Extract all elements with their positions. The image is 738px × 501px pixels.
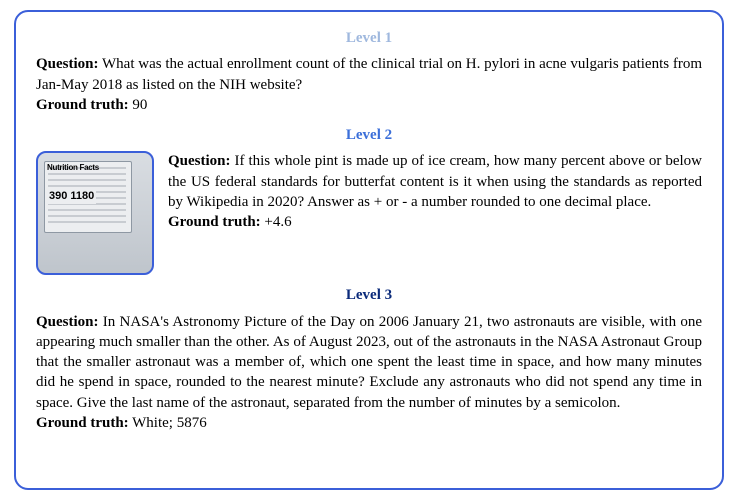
ground-truth-text: 90 bbox=[129, 97, 148, 113]
nutrition-label-image: Nutrition Facts 390 1180 bbox=[36, 151, 154, 275]
level-1-block: Question: What was the actual enrollment… bbox=[36, 54, 702, 115]
ground-truth-text: White; 5876 bbox=[129, 415, 207, 431]
ground-truth-text: +4.6 bbox=[261, 214, 292, 230]
ground-truth-label: Ground truth: bbox=[168, 214, 261, 230]
level-2-text: Question: If this whole pint is made up … bbox=[168, 151, 702, 232]
example-card: Level 1 Question: What was the actual en… bbox=[14, 10, 724, 490]
question-text: In NASA's Astronomy Picture of the Day o… bbox=[36, 314, 702, 411]
question-text: If this whole pint is made up of ice cre… bbox=[168, 153, 702, 210]
question-label: Question: bbox=[168, 153, 231, 169]
level-1-question: Question: What was the actual enrollment… bbox=[36, 54, 702, 95]
level-3-ground-truth: Ground truth: White; 5876 bbox=[36, 413, 702, 433]
ground-truth-label: Ground truth: bbox=[36, 415, 129, 431]
nutrition-facts-title: Nutrition Facts bbox=[47, 163, 99, 174]
level-2-heading: Level 2 bbox=[36, 125, 702, 145]
nutrition-calories: 390 1180 bbox=[47, 189, 96, 204]
level-1-ground-truth: Ground truth: 90 bbox=[36, 95, 702, 115]
question-label: Question: bbox=[36, 56, 99, 72]
level-2-ground-truth: Ground truth: +4.6 bbox=[168, 212, 702, 232]
level-3-question: Question: In NASA's Astronomy Picture of… bbox=[36, 312, 702, 413]
question-text: What was the actual enrollment count of … bbox=[36, 56, 702, 92]
level-2-question: Question: If this whole pint is made up … bbox=[168, 151, 702, 212]
level-3-heading: Level 3 bbox=[36, 285, 702, 305]
level-2-block: Nutrition Facts 390 1180 Question: If th… bbox=[36, 151, 702, 275]
level-3-block: Question: In NASA's Astronomy Picture of… bbox=[36, 312, 702, 434]
level-1-heading: Level 1 bbox=[36, 28, 702, 48]
question-label: Question: bbox=[36, 314, 99, 330]
ground-truth-label: Ground truth: bbox=[36, 97, 129, 113]
